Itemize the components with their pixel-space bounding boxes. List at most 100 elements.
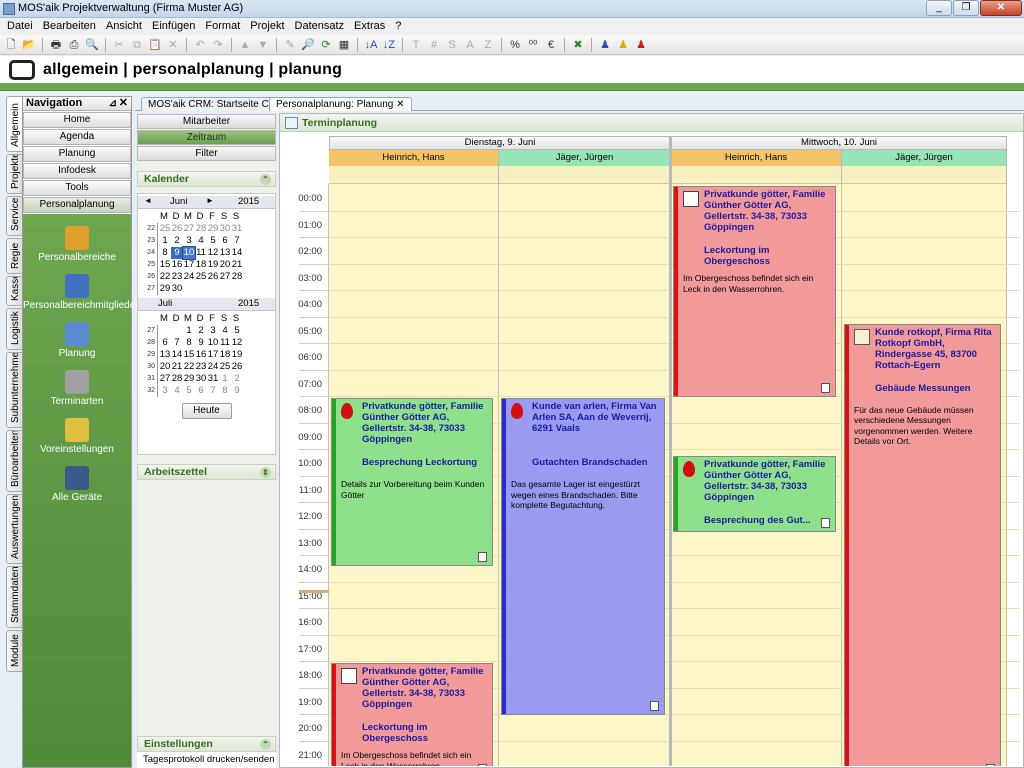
all-day-row[interactable] xyxy=(329,166,499,184)
vertical-tab-büroarbeiten[interactable]: Büroarbeiten xyxy=(6,430,23,492)
calendar-day[interactable]: 5 xyxy=(231,325,243,337)
calendar-day[interactable]: 31 xyxy=(207,373,219,385)
calendar-day[interactable]: 8 xyxy=(183,337,195,349)
calendar-day[interactable] xyxy=(195,283,207,295)
calendar-day[interactable]: 30 xyxy=(219,223,231,235)
calendar-day[interactable]: 29 xyxy=(183,373,195,385)
calendar-day[interactable]: 12 xyxy=(207,247,219,259)
delete-icon[interactable]: ✕ xyxy=(165,37,181,53)
nav-button-home[interactable]: Home xyxy=(23,112,131,128)
note-icon[interactable] xyxy=(986,764,995,766)
filter-button[interactable]: Filter xyxy=(137,146,276,161)
print-preview-icon[interactable]: ⎙ xyxy=(66,37,82,53)
calendar-day[interactable]: 27 xyxy=(219,271,231,283)
tab-personalplanung[interactable]: Personalplanung: Planung ✕ xyxy=(269,97,412,111)
vertical-tab-subunternehmer[interactable]: Subunternehmer xyxy=(6,352,23,428)
arbeitszettel-section-header[interactable]: Arbeitszettel ⇕ xyxy=(137,464,276,480)
calendar-day[interactable]: 2 xyxy=(195,325,207,337)
calendar-day[interactable]: 16 xyxy=(195,349,207,361)
calendar-day[interactable]: 9 xyxy=(231,385,243,397)
calendar-day[interactable]: 29 xyxy=(159,283,171,295)
close-tab-icon[interactable]: ✕ xyxy=(396,99,404,110)
calendar-prev-icon[interactable]: ◄ xyxy=(144,196,152,205)
italic-text-icon[interactable]: # xyxy=(426,37,442,53)
nav-button-planung[interactable]: Planung xyxy=(23,146,131,162)
calendar-day[interactable]: 5 xyxy=(207,235,219,247)
move-down-icon[interactable]: ▼ xyxy=(255,37,271,53)
calendar-day[interactable]: 2 xyxy=(171,235,183,247)
calendar-day[interactable]: 14 xyxy=(231,247,243,259)
calendar-day[interactable]: 26 xyxy=(231,361,243,373)
move-up-icon[interactable]: ▲ xyxy=(237,37,253,53)
calendar-day[interactable]: 27 xyxy=(183,223,195,235)
menu-item-3[interactable]: Einfügen xyxy=(147,18,200,35)
text-a-icon[interactable]: A xyxy=(462,37,478,53)
pin-icon[interactable]: ⊿ xyxy=(109,97,117,110)
calendar-day[interactable]: 26 xyxy=(207,271,219,283)
calendar-day[interactable]: 30 xyxy=(195,373,207,385)
calendar-day[interactable] xyxy=(219,283,231,295)
bold-text-icon[interactable]: T xyxy=(408,37,424,53)
appointment-card[interactable]: Privatkunde götter, Familie Günther Gött… xyxy=(673,186,836,397)
calendar-day[interactable]: 6 xyxy=(159,337,171,349)
calendar-day[interactable]: 19 xyxy=(207,259,219,271)
day-header-tuesday[interactable]: Dienstag, 9. Juni xyxy=(329,136,671,150)
calendar-day[interactable]: 8 xyxy=(159,247,171,259)
calculator-icon[interactable]: ▦ xyxy=(336,37,352,53)
page-preview-icon[interactable]: 🔍 xyxy=(84,37,100,53)
cut-icon[interactable]: ✂ xyxy=(111,37,127,53)
calendar-day[interactable] xyxy=(183,283,195,295)
close-button[interactable]: ✕ xyxy=(980,0,1022,16)
refresh-icon[interactable]: ⟳ xyxy=(318,37,334,53)
calendar-day[interactable]: 9 xyxy=(171,247,183,259)
minimize-button[interactable]: _ xyxy=(926,0,952,16)
expand-icon[interactable]: ⇕ xyxy=(260,467,271,478)
calendar-day[interactable]: 24 xyxy=(207,361,219,373)
calendar-day[interactable]: 23 xyxy=(195,361,207,373)
print-icon[interactable]: 🖶 xyxy=(48,37,64,53)
note-icon[interactable] xyxy=(478,552,487,563)
resource-header-1[interactable]: Jäger, Jürgen xyxy=(499,150,671,166)
calendar-day[interactable]: 11 xyxy=(219,337,231,349)
calendar-day[interactable]: 19 xyxy=(231,349,243,361)
einstellungen-section-header[interactable]: Einstellungen ⌃ xyxy=(137,736,276,752)
calendar-day[interactable] xyxy=(159,325,171,337)
text-z-icon[interactable]: Z xyxy=(480,37,496,53)
euro-icon[interactable]: € xyxy=(543,37,559,53)
note-icon[interactable] xyxy=(650,700,659,711)
resource-header-3[interactable]: Jäger, Jürgen xyxy=(842,150,1007,166)
calendar-day[interactable]: 22 xyxy=(183,361,195,373)
calendar-day[interactable]: 2 xyxy=(231,373,243,385)
find-icon[interactable]: 🔎 xyxy=(300,37,316,53)
nav-button-personalplanung[interactable]: Personalplanung xyxy=(23,197,131,213)
calendar-day[interactable]: 3 xyxy=(183,235,195,247)
menu-item-1[interactable]: Bearbeiten xyxy=(38,18,101,35)
calendar-day[interactable] xyxy=(207,283,219,295)
calendar-day[interactable]: 24 xyxy=(183,271,195,283)
calendar-day[interactable]: 23 xyxy=(171,271,183,283)
calendar-day[interactable]: 13 xyxy=(219,247,231,259)
vertical-tab-allgemein[interactable]: Allgemein xyxy=(6,96,23,152)
user-yellow-icon[interactable]: ♟ xyxy=(615,37,631,53)
nav-item-3[interactable]: Terminarten xyxy=(23,370,131,407)
appointment-card[interactable]: Kunde rotkopf, Firma Rita Rotkopf GmbH, … xyxy=(844,323,1001,766)
all-day-row[interactable] xyxy=(671,166,842,184)
note-icon[interactable] xyxy=(821,517,830,528)
calendar-day[interactable]: 20 xyxy=(159,361,171,373)
calendar-day[interactable] xyxy=(231,283,243,295)
calendar-next-icon[interactable]: ► xyxy=(206,196,214,205)
zeitraum-button[interactable]: Zeitraum xyxy=(137,130,276,145)
calendar-day[interactable]: 18 xyxy=(219,349,231,361)
calendar-day[interactable]: 25 xyxy=(159,223,171,235)
calendar-day[interactable]: 21 xyxy=(171,361,183,373)
resource-header-0[interactable]: Heinrich, Hans xyxy=(329,150,499,166)
calendar-day[interactable]: 22 xyxy=(159,271,171,283)
calendar-day[interactable]: 8 xyxy=(219,385,231,397)
nav-button-infodesk[interactable]: Infodesk xyxy=(23,163,131,179)
calendar-day[interactable]: 14 xyxy=(171,349,183,361)
appointment-card[interactable]: Privatkunde götter, Familie Günther Gött… xyxy=(331,663,493,766)
calendar-day[interactable]: 13 xyxy=(159,349,171,361)
vertical-tab-regie[interactable]: Regie xyxy=(6,238,23,274)
kalender-section-header[interactable]: Kalender ⌃ xyxy=(137,171,276,187)
calendar-day[interactable]: 28 xyxy=(231,271,243,283)
